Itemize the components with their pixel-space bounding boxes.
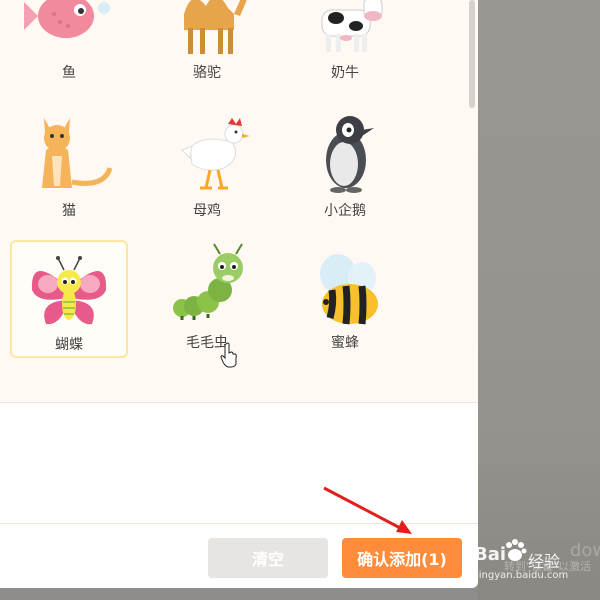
animal-grid: 鱼 骆驼 奶牛 猫 母鸡 小企鹅 蝴蝶 毛毛虫 蜜蜂 (0, 0, 478, 403)
animal-label: 猫 (62, 203, 76, 219)
clear-button[interactable]: 清空 (208, 538, 328, 578)
hand-cursor-icon (220, 342, 237, 368)
scrollbar-thumb[interactable] (469, 0, 475, 108)
animal-label: 毛毛虫 (186, 335, 228, 351)
animal-label: 蜜蜂 (331, 335, 359, 351)
butterfly-icon (31, 256, 107, 325)
watermark-url: jingyan.baidu.com (476, 570, 569, 581)
penguin-icon (326, 116, 374, 193)
camel-icon (184, 0, 247, 54)
fish-icon (24, 0, 110, 38)
animal-tile-hen[interactable]: 母鸡 (148, 108, 266, 226)
animal-label: 鱼 (62, 65, 76, 81)
caterpillar-icon (173, 243, 243, 320)
animal-tile-bee[interactable]: 蜜蜂 (286, 240, 404, 358)
grid-scrollbar[interactable] (468, 0, 476, 402)
cow-icon (321, 0, 383, 52)
cat-icon (42, 118, 113, 188)
animal-label: 小企鹅 (324, 203, 366, 219)
hen-icon (181, 118, 250, 190)
animal-tile-cat[interactable]: 猫 (10, 108, 128, 226)
animal-tile-penguin[interactable]: 小企鹅 (286, 108, 404, 226)
animal-label: 骆驼 (193, 65, 221, 81)
animal-tile-cow[interactable]: 奶牛 (286, 0, 404, 88)
animal-tile-fish[interactable]: 鱼 (10, 0, 128, 88)
animal-tile-camel[interactable]: 骆驼 (148, 0, 266, 88)
bee-icon (320, 254, 378, 325)
animal-tile-caterpillar[interactable]: 毛毛虫 (148, 240, 266, 358)
animal-tile-butterfly[interactable]: 蝴蝶 (10, 240, 128, 358)
red-arrow-annotation-icon (323, 486, 412, 534)
baidu-watermark: dow Bai 经验 转到"设置"以激活 jingyan.baidu.com (474, 538, 600, 600)
animal-label: 母鸡 (193, 203, 221, 219)
animal-label: 蝴蝶 (55, 337, 83, 353)
modal-backdrop (478, 0, 600, 600)
confirm-add-button[interactable]: 确认添加(1) (342, 538, 462, 578)
animal-label: 奶牛 (331, 65, 359, 81)
